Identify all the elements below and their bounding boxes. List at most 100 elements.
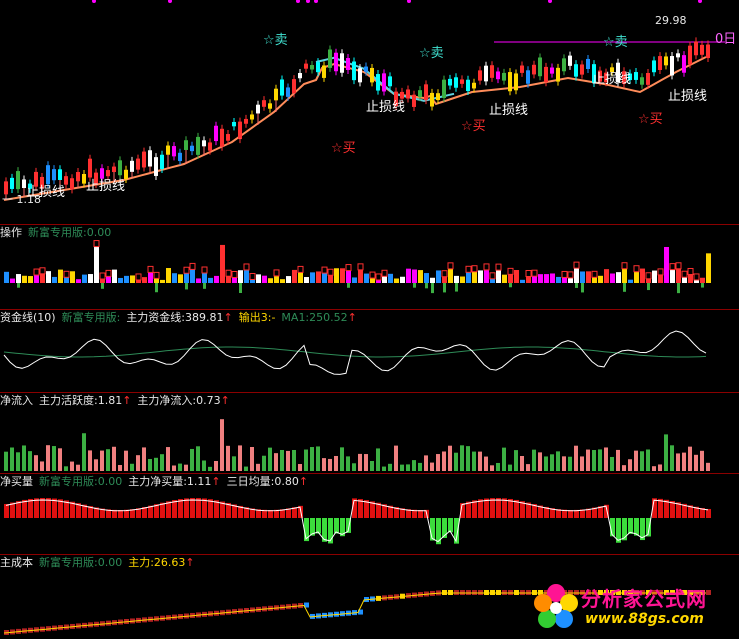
candle-body: [688, 45, 692, 65]
operation-bar-outline: [273, 269, 280, 277]
candle-body: [460, 79, 464, 84]
inflow-bar: [532, 449, 536, 471]
net-buy-bar: [34, 498, 39, 518]
stop-loss-label: 止损线: [366, 100, 406, 115]
inflow-bar: [388, 463, 392, 471]
net-buy-bar: [16, 501, 21, 518]
candle-body: [538, 57, 542, 77]
operation-bar: [370, 278, 375, 283]
operation-neg-bar: [425, 283, 428, 289]
inflow-bar: [358, 453, 362, 471]
net-inflow-header: 净流入 主力活跃度:1.81↑ 主力净流入:0.73↑: [0, 394, 236, 407]
candle-body: [502, 72, 506, 81]
operation-bar: [478, 270, 483, 283]
inflow-bar: [466, 446, 470, 471]
inflow-bar: [634, 450, 638, 471]
operation-bar: [262, 275, 267, 283]
inflow-bar: [250, 446, 254, 471]
inflow-bar: [604, 447, 608, 471]
inflow-bar: [280, 449, 284, 471]
inflow-bar: [688, 446, 692, 471]
operation-bar: [76, 279, 81, 283]
candle-body: [346, 58, 350, 71]
operation-bar-outline: [621, 262, 628, 270]
operation-neg-bar: [701, 283, 704, 288]
inflow-bar: [508, 464, 512, 471]
operation-bar: [592, 277, 597, 283]
operation-bar: [190, 269, 195, 283]
operation-bar: [658, 274, 663, 283]
operation-bar-outline: [471, 265, 478, 273]
operation-bar-outline: [225, 269, 232, 277]
net-buy-bar: [496, 498, 501, 518]
inflow-bar: [58, 448, 62, 471]
operation-neg-bar: [623, 283, 626, 292]
operation-bar: [688, 274, 693, 283]
inflow-bar: [52, 446, 56, 471]
operation-bar: [316, 271, 321, 283]
operation-bar: [4, 271, 9, 283]
operation-bar-outline: [567, 271, 574, 279]
operation-bar: [604, 269, 609, 283]
operation-bar: [28, 276, 33, 283]
inflow-bar: [196, 446, 200, 471]
operation-bar: [280, 279, 285, 283]
inflow-bar: [592, 450, 596, 471]
inflow-bar: [658, 464, 662, 471]
main-fund-line: [3, 330, 707, 375]
operation-bar: [394, 278, 399, 283]
net-buy-bar: [706, 508, 711, 518]
inflow-bar: [244, 466, 248, 471]
inflow-bar: [526, 464, 530, 471]
operation-bar: [166, 268, 171, 283]
candle-body: [364, 66, 368, 72]
operation-neg-bar: [347, 283, 350, 288]
inflow-bar: [520, 456, 524, 471]
inflow-bar: [556, 451, 560, 471]
main-price-panel[interactable]: 29.98 0日 一 1.18 ☆卖 ☆卖 ☆卖 ☆买 ☆买 ☆买 止损线 止损…: [0, 0, 739, 224]
inflow-bar: [514, 450, 518, 471]
operation-bar: [556, 276, 561, 283]
net-buy-bar: [22, 499, 27, 518]
operation-bar: [610, 273, 615, 283]
operation-bar: [298, 272, 303, 283]
operation-bar: [532, 276, 537, 283]
operation-neg-bar: [413, 283, 416, 288]
version-label: 新富专用版:0.00: [39, 556, 123, 569]
net-buy-bar: [184, 498, 189, 518]
net-buy-value: 主力净买量:1.11↑: [128, 475, 221, 488]
candle-body: [166, 145, 170, 155]
candle-body: [478, 70, 482, 81]
operation-bar: [22, 275, 27, 283]
candle-body: [430, 92, 434, 107]
net-buy-panel[interactable]: 净买量 新富专用版:0.00 主力净买量:1.11↑ 三日均量:0.80↑: [0, 474, 739, 554]
operation-bar: [460, 276, 465, 283]
net-buy-bar: [634, 518, 639, 536]
operation-neg-bar: [17, 283, 20, 288]
net-buy-bar: [478, 499, 483, 518]
candle-body: [544, 66, 548, 83]
inflow-bar: [334, 455, 338, 471]
operation-bar-outline: [483, 263, 490, 271]
net-buy-bar: [358, 499, 363, 518]
fund-line-panel[interactable]: 资金线(10) 新富专用版: 主力资金线:389.81↑ 输出3:- MA1:250.5…: [0, 310, 739, 392]
inflow-bar: [640, 451, 644, 471]
net-inflow-value: 主力净流入:0.73↑: [137, 394, 230, 407]
operation-bar: [352, 277, 357, 283]
candle-body: [682, 55, 686, 73]
operation-panel[interactable]: 操作 新富专用版:0.00: [0, 225, 739, 309]
net-buy-bar: [436, 518, 441, 545]
operation-bar: [670, 269, 675, 283]
candle-body: [550, 67, 554, 74]
indicator-name: 操作: [0, 226, 22, 239]
inflow-bar: [124, 450, 128, 471]
operation-neg-bar: [575, 283, 578, 288]
operation-neg-bar: [509, 283, 512, 288]
operation-bar-outline: [249, 272, 256, 280]
net-inflow-panel[interactable]: 净流入 主力活跃度:1.81↑ 主力净流入:0.73↑: [0, 393, 739, 473]
inflow-bar: [484, 456, 488, 471]
inflow-bar: [148, 458, 152, 471]
operation-bar: [292, 269, 297, 283]
candle-body: [706, 44, 710, 59]
main-cost-panel[interactable]: 主成本 新富专用版:0.00 主力:26.63↑ 分析家公式网 www.88gs.c…: [0, 555, 739, 639]
